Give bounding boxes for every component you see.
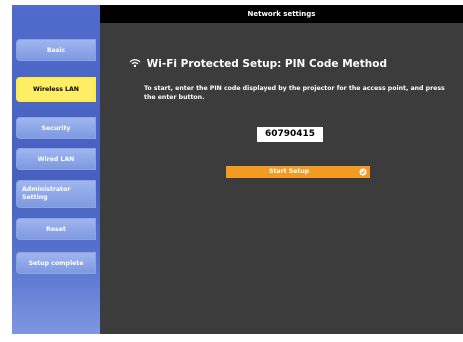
sidebar-item-administrator-setting[interactable]: Administrator Setting bbox=[16, 180, 96, 208]
window-title: Network settings bbox=[100, 5, 463, 23]
sidebar-item-setup-complete[interactable]: Setup complete bbox=[16, 252, 96, 274]
pin-code-display: 60790415 bbox=[257, 127, 323, 142]
start-setup-label: Start Setup bbox=[269, 168, 310, 175]
sidebar-item-label: Security bbox=[41, 124, 71, 132]
enter-icon bbox=[359, 168, 367, 176]
sidebar-item-label: Setup complete bbox=[28, 259, 84, 267]
instruction-text: To start, enter the PIN code displayed b… bbox=[144, 85, 445, 101]
page-title: Wi-Fi Protected Setup: PIN Code Method bbox=[129, 58, 387, 70]
sidebar-item-label: Reset bbox=[46, 225, 66, 233]
start-setup-button[interactable]: Start Setup bbox=[226, 166, 370, 178]
sidebar-item-wireless-lan[interactable]: Wireless LAN bbox=[16, 77, 96, 102]
wifi-signal-icon bbox=[129, 58, 141, 68]
page-title-text: Wi-Fi Protected Setup: PIN Code Method bbox=[146, 58, 387, 70]
network-settings-screen: Network settings Basic Wireless LAN Secu… bbox=[0, 0, 463, 342]
sidebar-item-wired-lan[interactable]: Wired LAN bbox=[16, 148, 96, 170]
sidebar-item-basic[interactable]: Basic bbox=[16, 39, 96, 61]
sidebar-item-security[interactable]: Security bbox=[16, 117, 96, 139]
sidebar-item-label: Wireless LAN bbox=[33, 86, 79, 93]
sidebar-item-label: Wired LAN bbox=[37, 155, 75, 163]
sidebar-item-label: Basic bbox=[46, 46, 66, 54]
sidebar-item-reset[interactable]: Reset bbox=[16, 218, 96, 240]
sidebar-item-label: Administrator Setting bbox=[22, 186, 71, 201]
